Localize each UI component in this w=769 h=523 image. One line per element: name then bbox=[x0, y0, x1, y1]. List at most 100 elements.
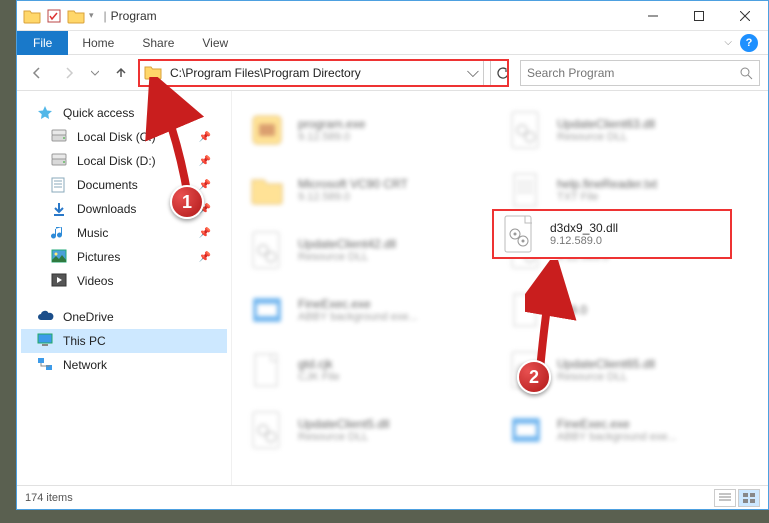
file-name: UpdateClient42.dll bbox=[298, 237, 396, 251]
search-input[interactable] bbox=[527, 66, 739, 80]
dll-icon bbox=[505, 109, 547, 151]
file-name: FineExec.exe bbox=[557, 417, 677, 431]
file-item[interactable]: UpdateClient5.dllResource DLL bbox=[242, 401, 499, 459]
view-icons-button[interactable] bbox=[738, 489, 760, 507]
file-subtext: Resource DLL bbox=[557, 131, 655, 143]
minimize-button[interactable] bbox=[630, 1, 676, 31]
pin-icon: 📌 bbox=[199, 180, 211, 191]
file-name: program.exe bbox=[298, 117, 365, 131]
window-title: Program bbox=[111, 9, 157, 23]
dll-icon bbox=[498, 213, 540, 255]
file-subtext: 9.12.589.0 bbox=[298, 131, 365, 143]
file-name: 589.0 bbox=[557, 303, 587, 317]
file-subtext: Resource DLL bbox=[298, 431, 389, 443]
sidebar-item-quick-access[interactable]: Quick access bbox=[21, 101, 227, 125]
up-button[interactable] bbox=[109, 61, 133, 85]
file-subtext: Resource DLL bbox=[557, 371, 655, 383]
file-name: Microsoft VC90 CRT bbox=[298, 177, 408, 191]
file-name: help.fineReader.txt bbox=[557, 177, 657, 191]
sidebar-item-this-pc[interactable]: This PC bbox=[21, 329, 227, 353]
file-item[interactable]: FineExec.exeABBY background exe... bbox=[242, 281, 499, 339]
folder-icon bbox=[23, 7, 41, 25]
sidebar-item-label: Documents bbox=[77, 178, 138, 192]
sidebar-item-label: Videos bbox=[77, 274, 113, 288]
pictures-icon bbox=[51, 249, 69, 265]
search-box[interactable] bbox=[520, 60, 760, 86]
sidebar-item-local-disk-d-[interactable]: Local Disk (D:)📌 bbox=[21, 149, 227, 173]
refresh-button[interactable] bbox=[490, 61, 514, 85]
pin-icon: 📌 bbox=[199, 156, 211, 167]
maximize-button[interactable] bbox=[676, 1, 722, 31]
close-button[interactable] bbox=[722, 1, 768, 31]
sidebar-item-label: Pictures bbox=[77, 250, 120, 264]
drive-icon bbox=[51, 153, 69, 169]
window-controls bbox=[630, 1, 768, 31]
sidebar-item-label: Quick access bbox=[63, 106, 134, 120]
star-icon bbox=[37, 105, 55, 121]
address-input[interactable] bbox=[166, 66, 463, 80]
file-name: UpdateClient63.dll bbox=[557, 117, 655, 131]
sidebar-item-network[interactable]: Network bbox=[21, 353, 227, 377]
file-item[interactable]: FineExec.exeABBY background exe... bbox=[501, 401, 758, 459]
sidebar-item-pictures[interactable]: Pictures📌 bbox=[21, 245, 227, 269]
pin-icon: 📌 bbox=[199, 228, 211, 239]
pin-icon: 📌 bbox=[199, 132, 211, 143]
exe2-icon bbox=[505, 409, 547, 451]
sidebar-item-local-disk-c-[interactable]: Local Disk (C:) 📌 bbox=[21, 125, 227, 149]
address-bar[interactable]: ⌵ bbox=[139, 60, 484, 86]
file-item[interactable]: gtd.cjkCJK File bbox=[242, 341, 499, 399]
file-name: UpdateClient65.dll bbox=[557, 357, 655, 371]
sidebar-item-onedrive[interactable]: OneDrive bbox=[21, 305, 227, 329]
forward-button[interactable] bbox=[57, 61, 81, 85]
annotation-badge-1: 1 bbox=[170, 185, 204, 219]
content-area: Quick accessLocal Disk (C:)📌Local Disk (… bbox=[17, 91, 768, 485]
file-item[interactable]: 589.0 bbox=[501, 281, 758, 339]
tab-file[interactable]: File bbox=[17, 31, 68, 55]
file-item-highlighted[interactable]: d3dx9_30.dll 9.12.589.0 bbox=[492, 209, 732, 259]
annotation-badge-2: 2 bbox=[517, 360, 551, 394]
dll-icon bbox=[246, 229, 288, 271]
ribbon-tabs: File Home Share View ⌵ ? bbox=[17, 31, 768, 55]
ribbon-expand-icon[interactable]: ⌵ bbox=[724, 37, 732, 48]
qat-dropdown-icon[interactable] bbox=[67, 7, 85, 25]
docs-icon bbox=[51, 177, 69, 193]
sidebar-item-music[interactable]: Music📌 bbox=[21, 221, 227, 245]
file-list[interactable]: program.exe9.12.589.0UpdateClient63.dllR… bbox=[232, 91, 768, 485]
file-name: gtd.cjk bbox=[298, 357, 340, 371]
sidebar-item-label: Local Disk (C:) bbox=[77, 130, 156, 144]
recent-dropdown[interactable] bbox=[89, 61, 101, 85]
videos-icon bbox=[51, 273, 69, 289]
tab-home[interactable]: Home bbox=[68, 31, 128, 55]
title-bar: ▾ | Program bbox=[17, 1, 768, 31]
address-dropdown-icon[interactable]: ⌵ bbox=[463, 64, 483, 82]
title-separator: | bbox=[104, 9, 107, 23]
qat: ▾ bbox=[17, 7, 100, 25]
qat-properties-icon[interactable] bbox=[45, 7, 63, 25]
music-icon bbox=[51, 225, 69, 241]
network-icon bbox=[37, 357, 55, 373]
folder-icon bbox=[246, 169, 288, 211]
sidebar-item-label: Downloads bbox=[77, 202, 136, 216]
sidebar-item-label: This PC bbox=[63, 334, 106, 348]
file-item[interactable]: UpdateClient63.dllResource DLL bbox=[501, 101, 758, 159]
item-count: 174 items bbox=[25, 492, 73, 504]
sidebar-item-label: Network bbox=[63, 358, 107, 372]
search-icon bbox=[739, 66, 753, 80]
back-button[interactable] bbox=[25, 61, 49, 85]
tab-share[interactable]: Share bbox=[128, 31, 188, 55]
sidebar-item-label: OneDrive bbox=[63, 310, 114, 324]
file-item[interactable]: Microsoft VC90 CRT9.12.589.0 bbox=[242, 161, 499, 219]
chevron-down-icon[interactable]: ▾ bbox=[89, 10, 94, 21]
sidebar-item-videos[interactable]: Videos bbox=[21, 269, 227, 293]
dll-icon bbox=[246, 409, 288, 451]
file-subtext: 9.12.589.0 bbox=[298, 191, 408, 203]
onedrive-icon bbox=[37, 309, 55, 325]
tab-view[interactable]: View bbox=[188, 31, 242, 55]
exe-icon bbox=[246, 109, 288, 151]
file-item[interactable]: program.exe9.12.589.0 bbox=[242, 101, 499, 159]
status-bar: 174 items bbox=[17, 485, 768, 509]
nav-bar: ⌵ bbox=[17, 55, 768, 91]
help-icon[interactable]: ? bbox=[740, 34, 758, 52]
view-details-button[interactable] bbox=[714, 489, 736, 507]
file-item[interactable]: UpdateClient42.dllResource DLL bbox=[242, 221, 499, 279]
